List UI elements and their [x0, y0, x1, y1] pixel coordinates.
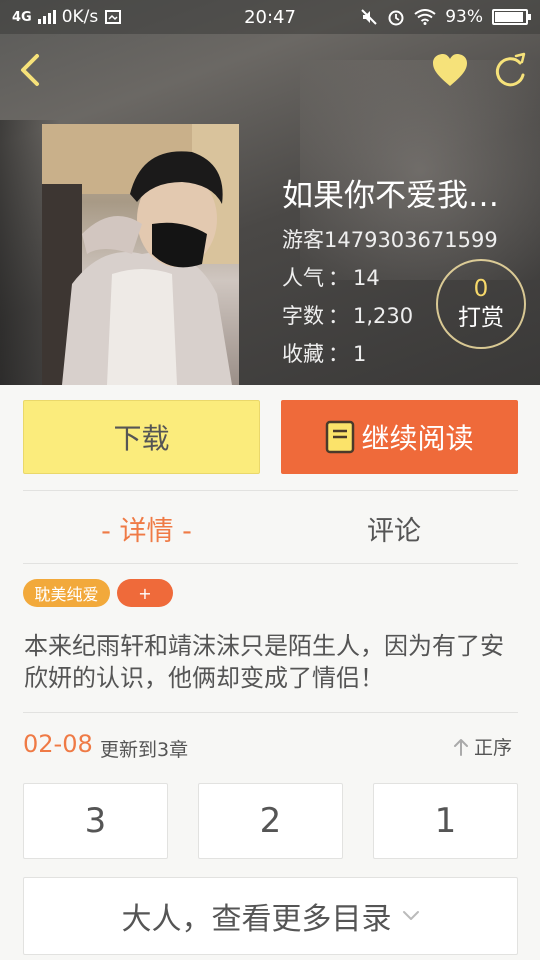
separator: ： [328, 304, 349, 328]
book-icon [326, 420, 355, 454]
screenshot-icon [105, 10, 122, 24]
battery-icon [492, 9, 531, 25]
update-date: 02-08 [23, 730, 93, 758]
update-text: 更新到3章 [100, 739, 189, 761]
battery-level [495, 12, 523, 22]
battery-percent: 93% [445, 7, 483, 27]
book-title: 如果你不爱我… [282, 178, 499, 214]
status-left: 4G 0K/s [12, 7, 122, 27]
arrow-up-icon [454, 738, 468, 756]
reward-label: 打赏 [458, 305, 504, 331]
chapter-button[interactable]: 1 [373, 783, 518, 859]
alarm-icon [388, 10, 404, 26]
chevron-down-icon [402, 911, 419, 920]
network-type: 4G [12, 9, 32, 25]
cover-image [42, 124, 239, 385]
mute-icon [361, 9, 377, 25]
book-cover[interactable] [42, 124, 239, 385]
sort-order-label: 正序 [474, 737, 513, 759]
book-description: 本来纪雨轩和靖沫沫只是陌生人，因为有了安欣妍的认识，他俩却变成了情侣！ [24, 632, 504, 692]
separator: ： [328, 266, 349, 290]
more-catalog-label: 大人，查看更多目录 [121, 902, 392, 937]
sort-order-button[interactable]: 正序 [452, 733, 512, 760]
divider [23, 490, 518, 491]
popularity-value: 14 [353, 266, 380, 290]
wifi-icon [414, 9, 436, 25]
download-button[interactable]: 下载 [23, 400, 260, 474]
separator: ： [328, 342, 349, 366]
continue-reading-label: 继续阅读 [361, 422, 474, 455]
book-author[interactable]: 游客1479303671599 [282, 224, 498, 254]
reward-count: 0 [473, 276, 489, 302]
signal-icon [37, 10, 56, 24]
reward-button[interactable]: 0 打赏 [436, 259, 526, 349]
word-count-stat: 字数： 1,230 [282, 300, 413, 330]
add-tag-button[interactable]: + [117, 579, 173, 607]
chapter-button[interactable]: 3 [23, 783, 168, 859]
continue-reading-button[interactable]: 继续阅读 [281, 400, 518, 474]
tab-detail[interactable]: - 详情 - [23, 505, 270, 551]
genre-tag[interactable]: 耽美纯爱 [23, 579, 110, 607]
favorites-value: 1 [353, 342, 367, 366]
share-button[interactable] [490, 50, 530, 92]
status-right: 93% [360, 7, 531, 27]
divider [23, 712, 518, 713]
favorites-label: 收藏 [282, 342, 324, 366]
chapter-button[interactable]: 2 [198, 783, 343, 859]
download-label: 下载 [113, 422, 170, 455]
favorites-stat: 收藏： 1 [282, 338, 366, 368]
divider [23, 563, 518, 564]
more-catalog-button[interactable]: 大人，查看更多目录 [23, 877, 518, 955]
word-count-value: 1,230 [353, 304, 414, 328]
favorite-button[interactable] [428, 50, 472, 92]
back-button[interactable] [12, 48, 52, 92]
tab-comment[interactable]: 评论 [270, 505, 518, 551]
popularity-stat: 人气： 14 [282, 262, 380, 292]
network-speed: 0K/s [61, 7, 99, 27]
word-count-label: 字数 [282, 304, 324, 328]
share-icon [495, 57, 525, 87]
popularity-label: 人气 [282, 266, 324, 290]
heart-icon [433, 54, 467, 86]
status-bar: 4G 0K/s 20:47 93% [0, 0, 540, 34]
